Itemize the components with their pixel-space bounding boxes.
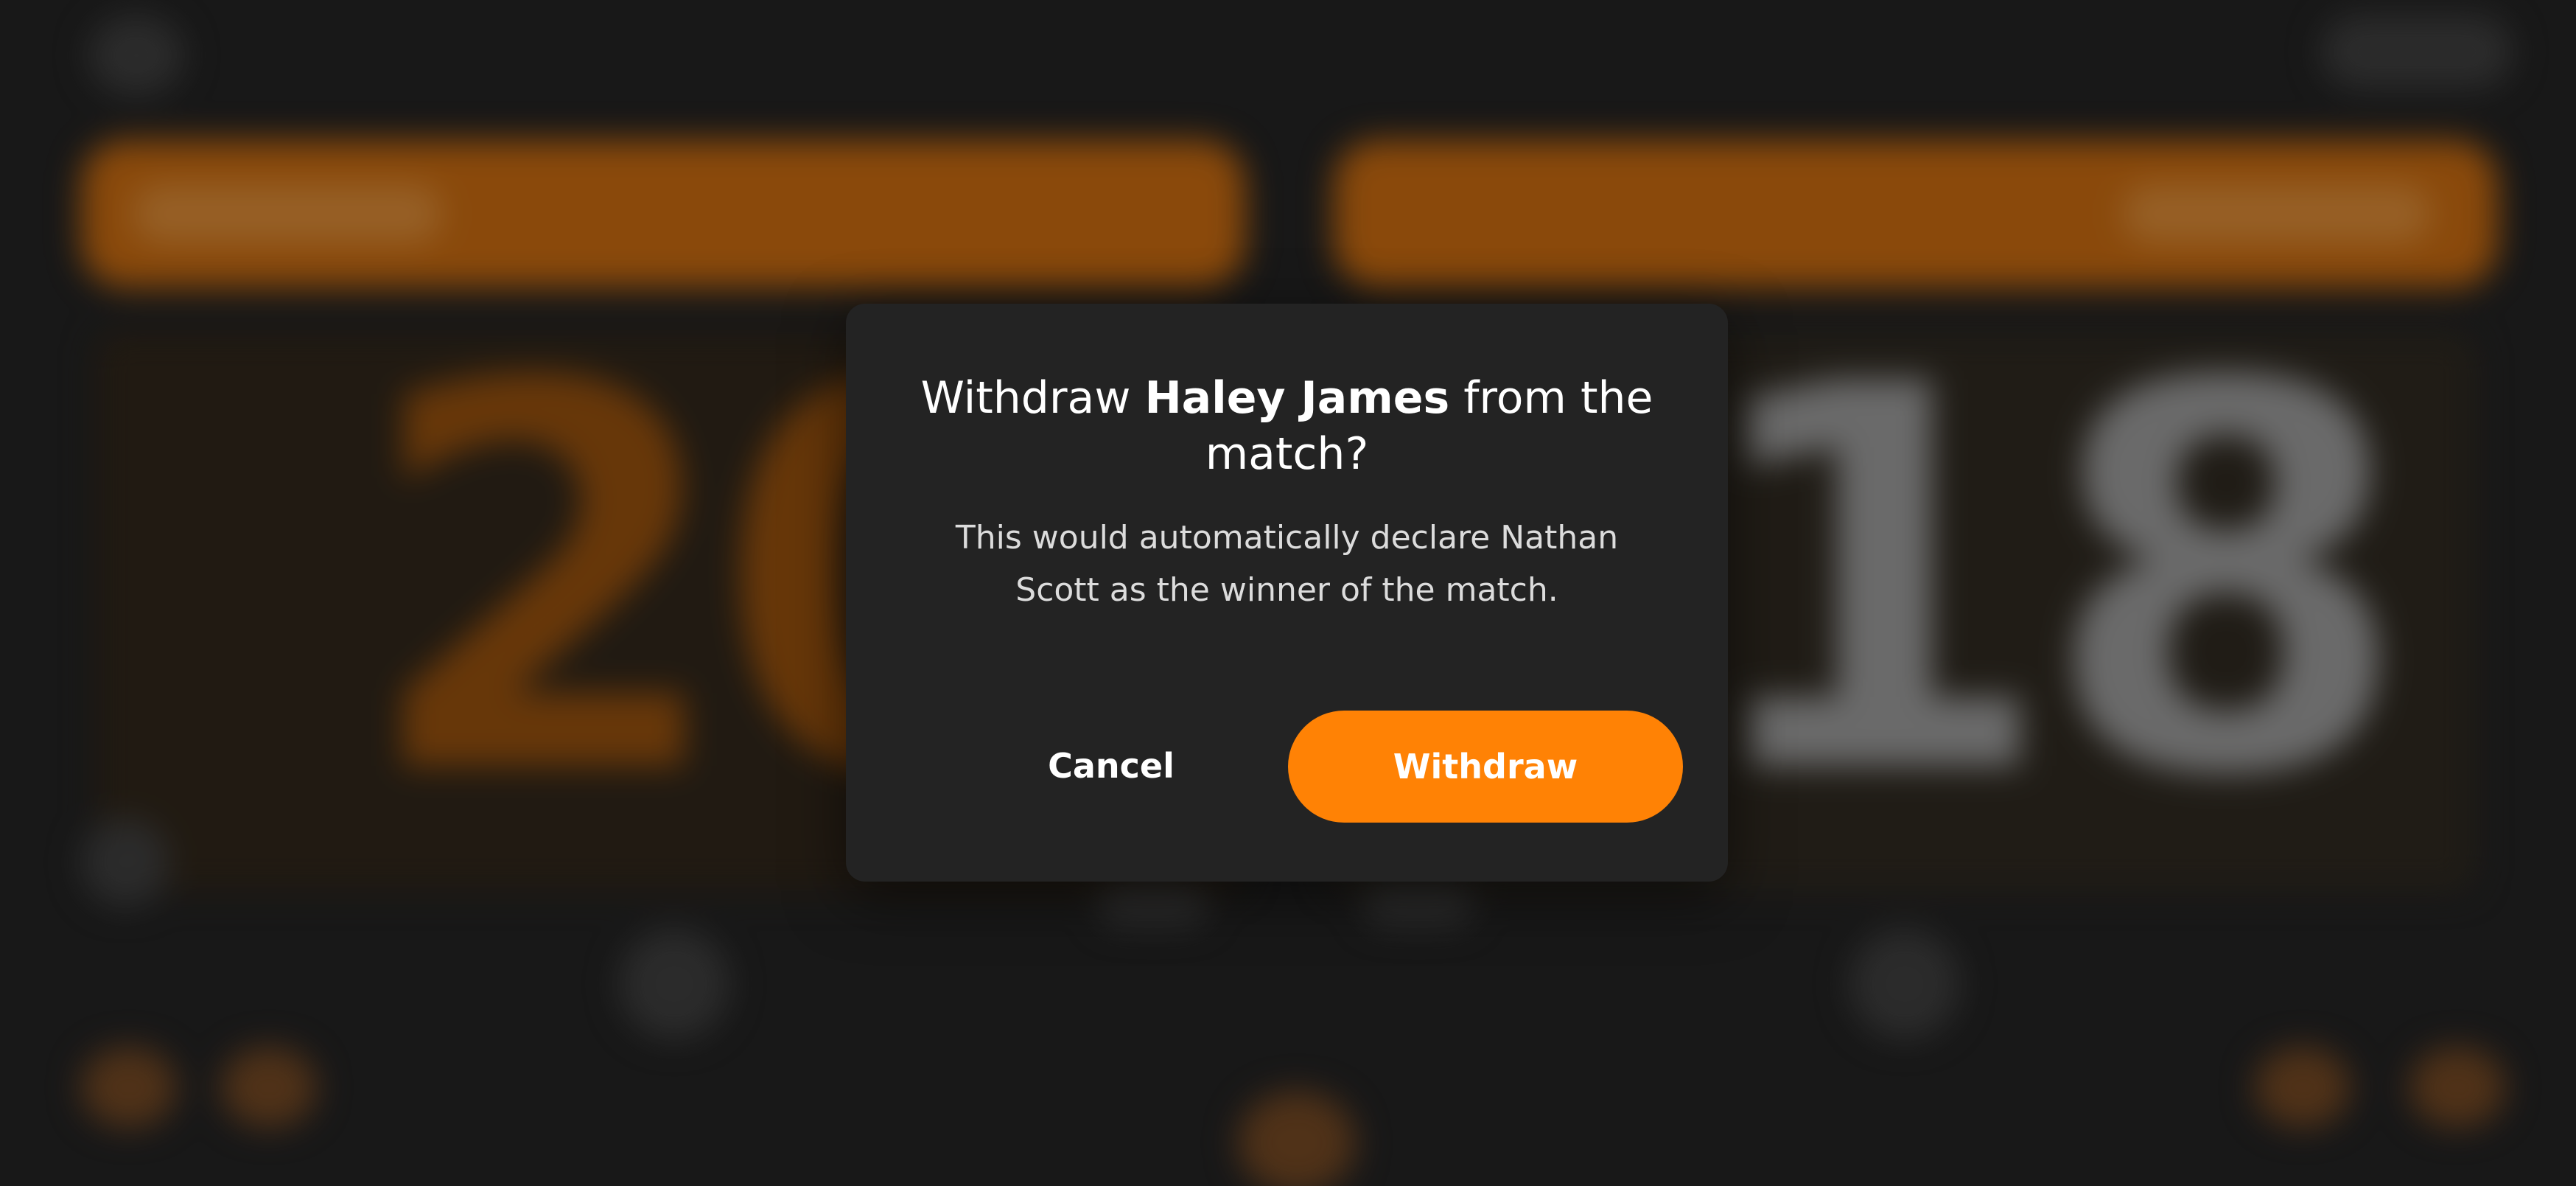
player-name: Haley James (1144, 372, 1450, 424)
withdraw-button[interactable]: Withdraw (1288, 711, 1683, 823)
dialog-title-prefix: Withdraw (920, 372, 1145, 424)
dialog-title: Withdraw Haley James from the match? (905, 370, 1669, 482)
withdraw-confirmation-dialog: Withdraw Haley James from the match? Thi… (846, 304, 1728, 882)
dialog-message: This would automatically declare Nathan … (955, 519, 1619, 609)
cancel-button[interactable]: Cancel (956, 711, 1266, 821)
app-screen: 20 18 Withdraw Haley James from the matc… (0, 0, 2576, 1186)
